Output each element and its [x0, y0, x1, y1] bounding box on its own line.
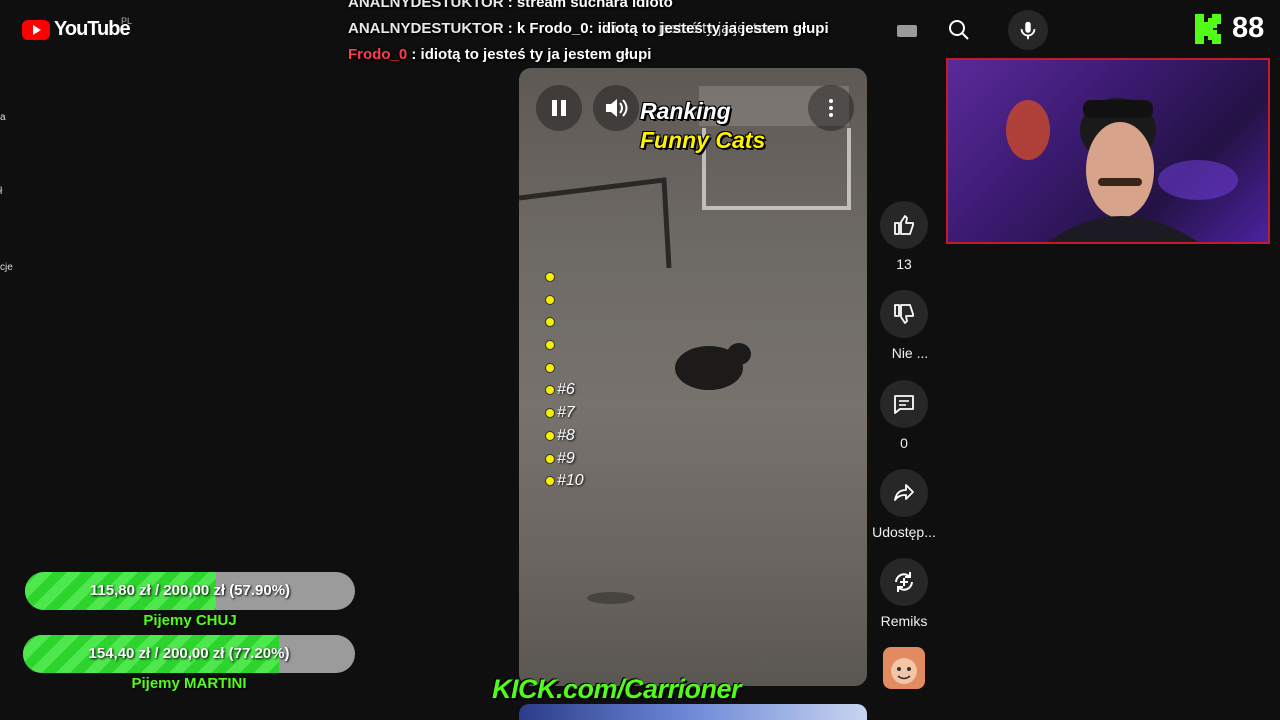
- viewer-count: 88: [1232, 12, 1265, 44]
- dislike-button[interactable]: [880, 290, 928, 338]
- search-button[interactable]: [939, 10, 979, 50]
- dislike-label: Nie ...: [891, 345, 929, 361]
- chat-username: ANALNYDESTUKTOR: [348, 0, 504, 11]
- streamer-image: [1006, 98, 1238, 242]
- chat-text: idiotą to jesteś ty ja jestem głupi: [420, 46, 652, 63]
- ranking-dot: [545, 385, 555, 395]
- goal-progress-text: 154,40 zł / 200,00 zł (77.20%): [88, 645, 290, 662]
- youtube-play-icon: [22, 19, 50, 40]
- like-count: 13: [896, 256, 912, 272]
- next-video-preview[interactable]: [519, 704, 867, 720]
- chat-username: Frodo_0: [348, 46, 408, 63]
- share-label: Udostęp...: [872, 524, 936, 540]
- shorts-video-player[interactable]: [519, 68, 867, 686]
- channel-avatar[interactable]: [883, 647, 925, 689]
- sidebar-fragment[interactable]: a: [0, 112, 6, 123]
- donation-goal: 154,40 zł / 200,00 zł (77.20%) Pijemy MA…: [23, 635, 355, 692]
- ranking-dot: [545, 476, 555, 486]
- ranking-dot: [545, 408, 555, 418]
- ranking-item: #9: [545, 449, 575, 469]
- ranking-item: [545, 267, 557, 287]
- chat-text: k Frodo_0: idiotą to jesteś ty ja jestem…: [516, 20, 829, 37]
- search-icon: [949, 20, 969, 40]
- like-button[interactable]: [880, 201, 928, 249]
- ranking-item: [545, 312, 557, 332]
- youtube-logo-text: YouTube: [54, 18, 131, 40]
- remix-label: Remiks: [880, 613, 928, 629]
- chat-message: ANALNYDESTUKTOR : k Frodo_0: idiotą to j…: [348, 20, 829, 37]
- ranking-item: #10: [545, 471, 584, 491]
- ranking-item: #8: [545, 426, 575, 446]
- ranking-dot: [545, 295, 555, 305]
- chat-text: stream suchara idioto: [516, 0, 673, 11]
- youtube-logo[interactable]: YouTube: [22, 18, 131, 41]
- video-frame: [519, 86, 851, 604]
- goal-progress-text: 115,80 zł / 200,00 zł (57.90%): [89, 582, 291, 599]
- goal-progress-bar: 154,40 zł / 200,00 zł (77.20%): [23, 635, 355, 673]
- video-title-line2: Funny Cats: [640, 127, 766, 153]
- volume-icon: [606, 99, 628, 117]
- region-label: PL: [121, 16, 133, 26]
- sidebar-fragment[interactable]: cje: [0, 262, 13, 273]
- donation-goal: 115,80 zł / 200,00 zł (57.90%) Pijemy CH…: [25, 572, 355, 629]
- voice-search-button[interactable]: [1008, 10, 1048, 50]
- more-options-button[interactable]: [808, 85, 854, 131]
- ranking-item: [545, 335, 557, 355]
- share-button[interactable]: [880, 469, 928, 517]
- pause-button[interactable]: [536, 85, 582, 131]
- thumbs-down-icon: [894, 304, 914, 324]
- ranking-dot: [545, 340, 555, 350]
- goal-progress-bar: 115,80 zł / 200,00 zł (57.90%): [25, 572, 355, 610]
- webcam-overlay: [946, 58, 1270, 244]
- kick-logo-icon: [1195, 14, 1221, 44]
- ranking-dot: [545, 272, 555, 282]
- ranking-item: #6: [545, 380, 575, 400]
- sidebar-fragment[interactable]: ł: [0, 186, 2, 197]
- kick-channel-url: KICK.com/Carrioner: [492, 674, 742, 704]
- remix-icon: [895, 572, 913, 592]
- ranking-item: [545, 290, 557, 310]
- chat-message: Frodo_0 : idiotą to jesteś ty ja jestem …: [348, 46, 652, 63]
- ranking-dot: [545, 431, 555, 441]
- mic-icon: [1020, 21, 1036, 40]
- keyboard-icon[interactable]: [897, 25, 917, 37]
- more-vert-icon: [829, 99, 833, 117]
- chat-username: ANALNYDESTUKTOR: [348, 20, 504, 37]
- comment-icon: [894, 395, 914, 414]
- goal-name: Pijemy MARTINI: [131, 675, 247, 692]
- video-title-line1: Ranking: [640, 98, 731, 124]
- volume-button[interactable]: [593, 85, 639, 131]
- ranking-dot: [545, 317, 555, 327]
- ranking-dot: [545, 454, 555, 464]
- channel-avatar-icon: [891, 658, 917, 684]
- ranking-dot: [545, 363, 555, 373]
- ranking-item: [545, 358, 557, 378]
- thumbs-up-icon: [894, 215, 914, 235]
- remix-button[interactable]: [880, 558, 928, 606]
- goal-name: Pijemy CHUJ: [143, 612, 237, 629]
- comment-count: 0: [900, 435, 908, 451]
- ranking-item: #7: [545, 403, 575, 423]
- share-icon: [894, 484, 914, 501]
- comments-button[interactable]: [880, 380, 928, 428]
- chat-message: ANALNYDESTUKTOR : stream suchara idioto: [348, 0, 673, 11]
- pause-icon: [552, 100, 566, 116]
